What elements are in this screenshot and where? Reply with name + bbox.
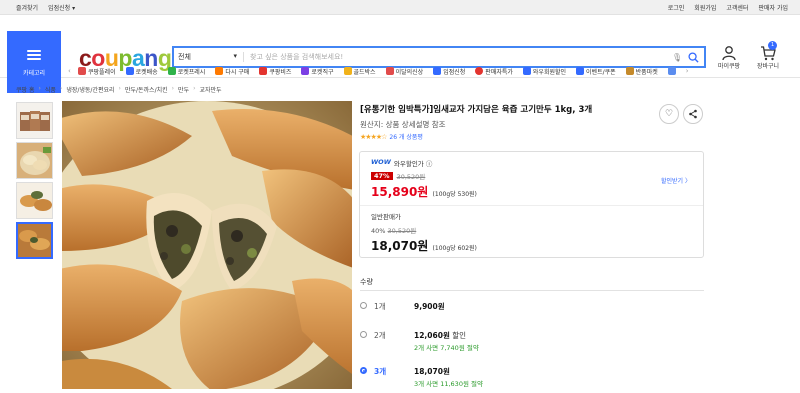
search-input[interactable]: 찾고 싶은 상품을 검색해보세요! [244,52,672,62]
breadcrumb-item[interactable]: 만두 [178,85,189,94]
thumbnail-list [16,102,54,262]
wow-discount: 47% 30,520원 [371,171,425,181]
quick-link[interactable]: 이달의신상 [385,67,423,76]
category-label: 카테고리 [22,69,46,77]
radio-button[interactable] [360,302,367,309]
search-icon [687,51,699,63]
wow-icon [522,67,531,75]
global-rocket-icon [301,67,310,75]
more-icon [667,67,676,75]
goldbox-icon [343,67,352,75]
quantity-label: 수량 [360,278,373,286]
search-button[interactable] [682,51,704,63]
new-products-icon [385,67,394,75]
quick-link[interactable]: 쿠팡플레이 [78,67,116,76]
main-product-image[interactable] [62,101,352,389]
thumbnail-fried-dumplings-selected[interactable] [16,222,53,259]
quick-link[interactable]: 다시 구매 [215,67,249,76]
review-count-link[interactable]: 26 개 상품평 [389,132,423,141]
product-title: [유통기한 임박특가]임새교자 가지담은 육즙 고기만두 1kg, 3개 [360,105,593,115]
thumbnail-dumpling-cut[interactable] [16,182,53,219]
general-price-label: 일반판매가 [371,213,401,221]
product-origin: 원산지: 상품 상세설명 참조 [360,120,446,129]
fried-dumplings-photo [62,101,352,389]
signup-link[interactable]: 회원가입 [694,3,716,12]
quick-link[interactable]: 반품마켓 [625,67,658,76]
radio-button[interactable] [360,331,367,338]
seller-join-link[interactable]: 판매자 가입 [758,3,788,12]
radio-button-selected[interactable] [360,367,367,374]
quick-link[interactable]: 이벤트/쿠폰 [576,67,616,76]
chevron-left-icon[interactable]: ‹ [68,67,78,75]
quick-link[interactable]: 쿠팡비즈 [259,67,291,76]
customer-center-link[interactable]: 고객센터 [726,3,748,12]
quick-link[interactable]: 판매자특가 [475,67,513,76]
chevron-right-icon[interactable]: › [686,67,696,75]
chevron-down-icon: ▾ [233,52,237,60]
savings-text: 3개 사면 11,630원 절약 [414,380,483,388]
wow-unit-price: (100g당 530원) [432,191,477,198]
original-price: 30,520원 [396,173,426,181]
rocket-icon [125,67,134,75]
thumbnail-dumpling-bowl[interactable] [16,142,53,179]
get-discount-link[interactable]: 할인받기 〉 [661,176,691,185]
quick-link[interactable]: 골드박스 [343,67,376,76]
wow-price-label: WOW 와우할인가 ⓘ [371,158,433,168]
percent-icon [475,67,484,75]
breadcrumb-item[interactable]: 만두/돈까스/치킨 [125,85,168,94]
seller-signup-menu[interactable]: 입점신청 ▾ [48,3,75,12]
discount-badge: 47% [371,172,393,180]
breadcrumb-item[interactable]: 교자만두 [200,85,222,94]
breadcrumb-item[interactable]: 냉장/냉동/간편요리 [66,85,114,94]
share-button[interactable] [683,104,703,124]
category-menu-button[interactable]: 카테고리 [7,31,61,93]
store-icon [433,67,442,75]
coupon-icon [576,67,585,75]
share-icon [689,109,697,119]
rating-stars: ★★★★☆ [360,132,387,141]
microphone-icon[interactable]: 🎙 [672,53,682,62]
login-link[interactable]: 로그인 [668,3,685,12]
wishlist-button[interactable]: ♡ [659,104,679,124]
price-box: WOW 와우할인가 ⓘ 47% 30,520원 15,890원 (100g당 5… [359,151,704,258]
quick-links-bar: ‹ 쿠팡플레이 로켓배송 로켓프레시 다시 구매 쿠팡비즈 로켓직구 골드박스 … [68,64,788,78]
general-price: 18,070원 (100g당 602원) [371,239,477,253]
wow-price: 15,890원 (100g당 530원) [371,185,477,199]
quick-link[interactable]: 로켓직구 [301,67,334,76]
fresh-rocket-icon [167,67,176,75]
top-bar: 즐겨찾기 입점신청 ▾ 로그인 회원가입 고객센터 판매자 가입 [0,0,800,15]
heart-icon: ♡ [664,109,674,119]
coupang-play-icon [78,67,86,75]
quick-link[interactable] [667,67,676,75]
search-category-select[interactable]: 전체 ▾ [174,52,244,62]
wow-badge: WOW [371,158,391,166]
thumbnail-package[interactable] [16,102,53,139]
general-discount: 40% 30,520원 [371,227,417,235]
savings-text: 2개 사면 7,740원 절약 [414,344,479,352]
user-icon [722,46,736,61]
quick-link[interactable]: 입점신청 [433,67,465,76]
biz-icon [259,67,268,75]
hamburger-icon [27,48,41,62]
general-unit-price: (100g당 602원) [432,245,477,252]
return-market-icon [625,67,634,75]
product-rating: ★★★★☆ 26 개 상품평 [360,132,423,142]
quick-link[interactable]: 로켓배송 [125,67,158,76]
quick-link[interactable]: 로켓프레시 [167,67,205,76]
reorder-icon [215,67,224,75]
quick-link[interactable]: 와우회원할인 [522,67,566,76]
breadcrumb-item[interactable]: 쿠팡 홈 [16,85,34,94]
favorites-link[interactable]: 즐겨찾기 [16,3,38,12]
breadcrumb-item[interactable]: 식품 [45,85,56,94]
breadcrumb: 쿠팡 홈 › 식품 › 냉장/냉동/간편요리 › 만두/돈까스/치킨 › 만두 › 교자만… [16,85,222,94]
